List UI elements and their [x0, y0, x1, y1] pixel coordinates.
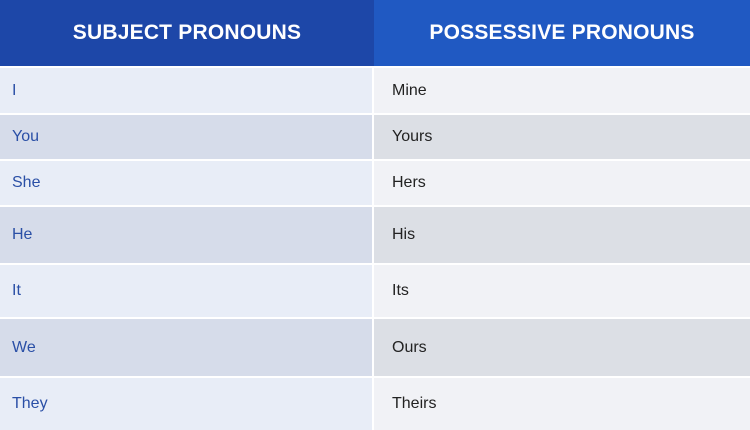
subject-cell: He [0, 207, 374, 263]
subject-cell: We [0, 319, 374, 376]
table-header: SUBJECT PRONOUNS POSSESSIVE PRONOUNS [0, 0, 750, 66]
table-row: It Its [0, 263, 750, 317]
possessive-cell: Yours [374, 115, 750, 159]
subject-cell: She [0, 161, 374, 205]
table-row: She Hers [0, 159, 750, 205]
table-row: We Ours [0, 317, 750, 376]
possessive-cell: Ours [374, 319, 750, 376]
header-subject-pronouns: SUBJECT PRONOUNS [0, 0, 374, 66]
table-body: I Mine You Yours She Hers He His It Its … [0, 66, 750, 430]
possessive-cell: Hers [374, 161, 750, 205]
table-row: They Theirs [0, 376, 750, 430]
possessive-cell: His [374, 207, 750, 263]
possessive-cell: Its [374, 265, 750, 317]
table-row: He His [0, 205, 750, 263]
subject-cell: They [0, 378, 374, 430]
subject-cell: I [0, 68, 374, 113]
header-possessive-pronouns: POSSESSIVE PRONOUNS [374, 0, 750, 66]
table-row: You Yours [0, 113, 750, 159]
pronoun-table: SUBJECT PRONOUNS POSSESSIVE PRONOUNS I M… [0, 0, 750, 430]
subject-cell: You [0, 115, 374, 159]
subject-cell: It [0, 265, 374, 317]
possessive-cell: Theirs [374, 378, 750, 430]
table-row: I Mine [0, 66, 750, 113]
possessive-cell: Mine [374, 68, 750, 113]
